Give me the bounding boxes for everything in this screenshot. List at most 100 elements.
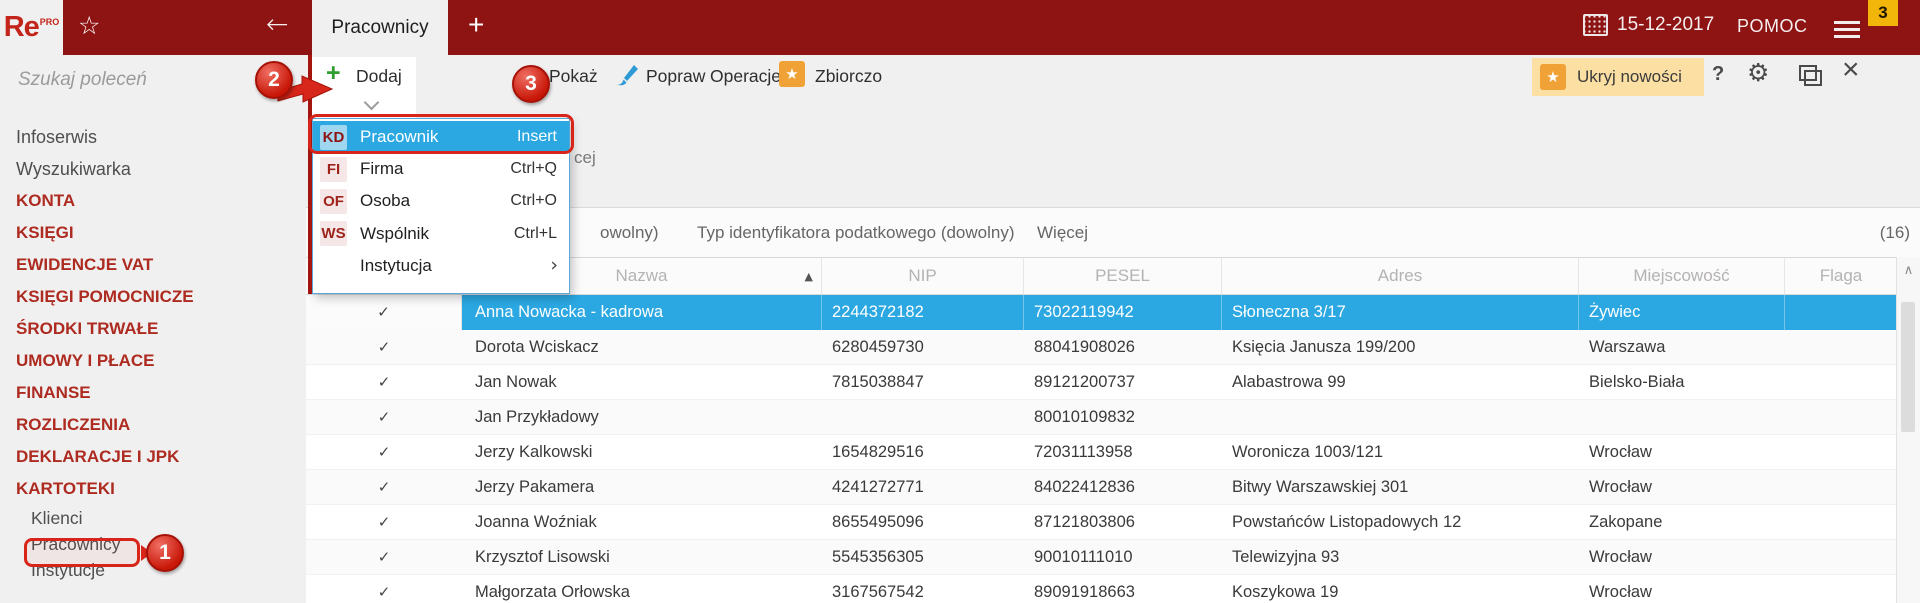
sidebar-item-umowy-i-płace[interactable]: UMOWY I PŁACE	[0, 345, 306, 377]
filter-tax-id-type[interactable]: Typ identyfikatora podatkowego (dowolny)	[697, 223, 1015, 243]
sidebar-item-wyszukiwarka[interactable]: Wyszukiwarka	[0, 153, 306, 185]
cell-check: ✓	[377, 513, 391, 531]
notification-badge: 3	[1868, 0, 1898, 26]
col-header-label: NIP	[908, 266, 937, 285]
sidebar-item-księgi-pomocnicze[interactable]: KSIĘGI POMOCNICZE	[0, 281, 306, 313]
menu-item-instytucja[interactable]: Instytucja ›	[313, 250, 569, 282]
col-header-pesel[interactable]: PESEL	[1024, 258, 1222, 294]
cell-check: ✓	[377, 478, 391, 496]
table-row[interactable]: ✓ Joanna Woźniak 8655495096 87121803806 Pows…	[306, 505, 1897, 540]
sidebar-item-środki-trwałe[interactable]: ŚRODKI TRWAŁE	[0, 313, 306, 345]
col-header-miejscowość[interactable]: Miejscowość	[1579, 258, 1785, 294]
cell-check: ✓	[306, 295, 462, 330]
filter-more-button[interactable]: Więcej	[1037, 223, 1088, 243]
sidebar-item-kartoteki[interactable]: KARTOTEKI	[0, 473, 306, 505]
cell-nip: 4241272771	[832, 478, 924, 496]
cell-name: Jerzy Pakamera	[475, 478, 595, 496]
help-question-button[interactable]: ?	[1712, 63, 1724, 86]
tab-label: Pracownicy	[331, 16, 429, 38]
cell-city: Wrocław	[1589, 583, 1652, 601]
sidebar-item-rozliczenia[interactable]: ROZLICZENIA	[0, 409, 306, 441]
cell-address	[1222, 400, 1579, 435]
table-row[interactable]: ✓ Jan Nowak 7815038847 89121200737 Alabastro…	[306, 365, 1897, 400]
menu-item-firma[interactable]: FI Firma Ctrl+Q	[313, 153, 569, 185]
menu-item-badge	[320, 253, 347, 278]
cell-nip: 7815038847	[832, 373, 924, 391]
menu-item-label: Osoba	[360, 191, 411, 211]
bulk-star-icon[interactable]: ★	[779, 61, 805, 87]
new-tab-button[interactable]: +	[468, 9, 484, 41]
cell-nip	[822, 400, 1024, 435]
cell-name: Małgorzata Orłowska	[475, 583, 630, 601]
cell-nip: 2244372182	[822, 295, 1024, 330]
sidebar-item-deklaracje-i-jpk[interactable]: DEKLARACJE I JPK	[0, 441, 306, 473]
app-logo: Re PRO	[0, 0, 63, 55]
cell-name: Jerzy Kalkowski	[475, 443, 593, 461]
cell-city: Wrocław	[1589, 478, 1652, 496]
command-search-input[interactable]	[16, 68, 240, 92]
vertical-scrollbar[interactable]: ∧	[1896, 257, 1920, 603]
table-row[interactable]: ✓ Anna Nowacka - kadrowa 2244372182 7302211…	[306, 295, 1897, 330]
cell-pesel: 89091918663	[1034, 583, 1135, 601]
cell-flag	[1785, 365, 1897, 400]
col-header-flaga[interactable]: Flaga	[1785, 258, 1897, 294]
cell-city: Żywiec	[1579, 295, 1785, 330]
settings-gear-icon[interactable]: ⚙	[1747, 58, 1769, 87]
col-header-adres[interactable]: Adres	[1222, 258, 1579, 294]
filter-kind-fragment[interactable]: owolny)	[600, 223, 659, 243]
cell-city: Bielsko-Biała	[1589, 373, 1685, 391]
submenu-arrow-icon: ›	[550, 254, 558, 277]
sidebar-item-ewidencje-vat[interactable]: EWIDENCJE VAT	[0, 249, 306, 281]
table-row[interactable]: ✓ Małgorzata Orłowska 3167567542 8909191866…	[306, 575, 1897, 603]
scroll-up-icon[interactable]: ∧	[1897, 263, 1920, 278]
date-picker[interactable]: 15-12-2017	[1583, 14, 1714, 36]
restore-window-icon[interactable]	[1799, 65, 1822, 86]
bulk-button[interactable]: Zbiorczo	[815, 66, 882, 87]
sidebar-item-księgi[interactable]: KSIĘGI	[0, 217, 306, 249]
col-header-label: Miejscowość	[1633, 266, 1730, 285]
favorites-star-icon[interactable]: ☆	[78, 11, 100, 40]
cell-flag	[1785, 505, 1897, 540]
table-row[interactable]: ✓ Dorota Wciskacz 6280459730 88041908026 Ksi…	[306, 330, 1897, 365]
menu-item-label: Instytucja	[360, 255, 432, 275]
cell-flag	[1785, 330, 1897, 365]
menu-item-label: Firma	[360, 159, 404, 179]
cell-check: ✓	[377, 443, 391, 461]
col-header-label: Adres	[1377, 266, 1423, 285]
table-row[interactable]: ✓ Jerzy Kalkowski 1654829516 72031113958 Wor…	[306, 435, 1897, 470]
col-header-label: Flaga	[1819, 266, 1863, 285]
edit-button[interactable]: Popraw	[646, 66, 705, 87]
add-button[interactable]: Dodaj	[356, 66, 402, 87]
cell-nip: 5545356305	[832, 548, 924, 566]
sidebar-item-finanse[interactable]: FINANSE	[0, 377, 306, 409]
sidebar-item-konta[interactable]: KONTA	[0, 185, 306, 217]
close-icon[interactable]: ×	[1842, 53, 1860, 87]
back-arrow-icon[interactable]: ←	[266, 9, 289, 40]
cell-flag	[1785, 400, 1897, 435]
table-row[interactable]: ✓ Jerzy Pakamera 4241272771 84022412836 Bitw…	[306, 470, 1897, 505]
cell-address: Powstańców Listopadowych 12	[1232, 513, 1462, 531]
table-row[interactable]: ✓ Jan Przykładowy 80010109832	[306, 400, 1897, 435]
cell-name: Krzysztof Lisowski	[475, 548, 610, 566]
show-button[interactable]: Pokaż	[549, 66, 598, 87]
sidebar-item-infoserwis[interactable]: Infoserwis	[0, 121, 306, 153]
menu-item-osoba[interactable]: OF Osoba Ctrl+O	[313, 185, 569, 217]
sidebar-item-klienci[interactable]: Klienci	[0, 505, 306, 531]
table-row[interactable]: ✓ Krzysztof Lisowski 5545356305 90010111010…	[306, 540, 1897, 575]
operations-button[interactable]: Operacje	[710, 66, 781, 87]
cell-nip: 1654829516	[832, 443, 924, 461]
scrollbar-thumb[interactable]	[1901, 302, 1915, 432]
cell-city: Wrocław	[1589, 443, 1652, 461]
help-menu[interactable]: POMOC	[1737, 16, 1808, 37]
menu-item-wspólnik[interactable]: WS Wspólnik Ctrl+L	[313, 218, 569, 250]
cell-nip: 8655495096	[832, 513, 924, 531]
annotation-step-3: 3	[512, 65, 550, 103]
hide-news-button[interactable]: ★ Ukryj nowości	[1532, 58, 1704, 96]
logo-pro: PRO	[39, 16, 60, 27]
cell-name: Dorota Wciskacz	[475, 338, 599, 356]
col-header-nip[interactable]: NIP	[822, 258, 1024, 294]
hamburger-menu-icon[interactable]	[1834, 17, 1860, 42]
cell-pesel: 88041908026	[1034, 338, 1135, 356]
cell-flag	[1785, 470, 1897, 505]
tab-pracownicy[interactable]: Pracownicy	[312, 0, 448, 55]
